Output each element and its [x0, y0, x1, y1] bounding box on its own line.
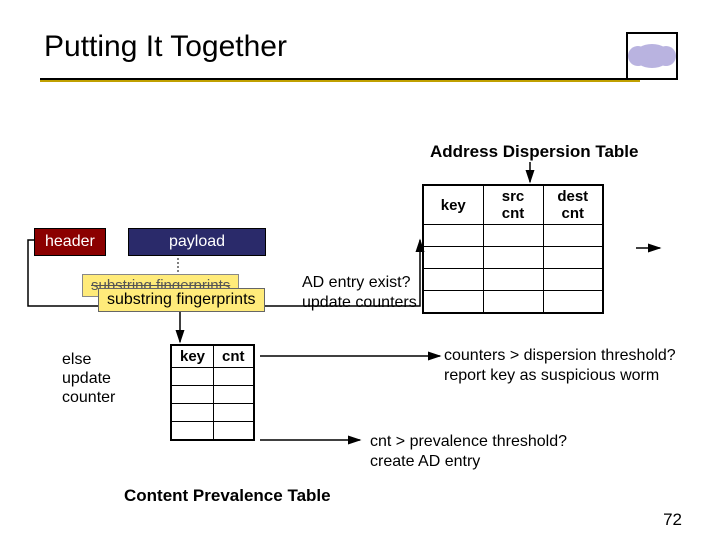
ad-entry-question: AD entry exist? — [302, 274, 410, 292]
page-number: 72 — [663, 510, 682, 530]
cpt-col-cnt: cnt — [214, 345, 254, 368]
cpt-col-key: key — [171, 345, 214, 368]
title-underline — [40, 78, 640, 82]
substring-fingerprints-front: substring fingerprints — [98, 288, 265, 312]
adt-table: key src cnt dest cnt — [422, 184, 604, 314]
cpt-table: key cnt — [170, 344, 255, 441]
packet-header: header — [34, 228, 106, 256]
cpt-label: Content Prevalence Table — [124, 486, 331, 506]
packet-payload: payload — [128, 228, 266, 256]
adt-label: Address Dispersion Table — [430, 142, 638, 162]
dispersion-threshold-text: counters > dispersion threshold? report … — [444, 346, 676, 386]
cloud-icon — [634, 44, 670, 68]
adt-col-srccnt: src cnt — [483, 185, 543, 225]
adt-col-key: key — [423, 185, 483, 225]
logo — [626, 32, 678, 80]
else-update-counter: else update counter — [62, 350, 115, 408]
prevalence-threshold-text: cnt > prevalence threshold? create AD en… — [370, 432, 567, 472]
update-counters: update counters — [302, 294, 417, 312]
slide-title: Putting It Together — [44, 30, 287, 64]
adt-col-destcnt: dest cnt — [543, 185, 603, 225]
